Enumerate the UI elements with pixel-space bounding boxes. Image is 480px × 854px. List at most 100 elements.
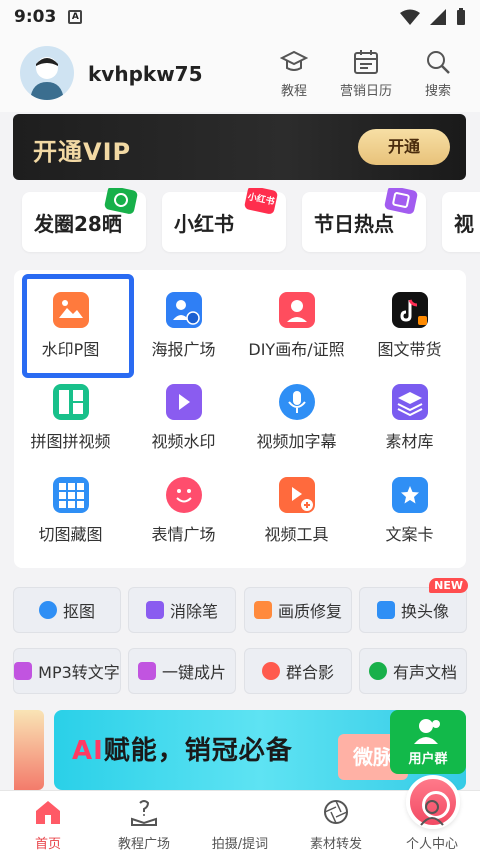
user-group-button[interactable]: 用户群 <box>390 710 466 774</box>
chip-audio-doc[interactable]: 有声文档 <box>359 648 467 694</box>
topic-card-faquan[interactable]: 发圈28晒 <box>22 188 146 252</box>
notification-icon: A <box>68 10 83 24</box>
calendar-icon <box>354 50 378 74</box>
tutorial-button[interactable]: 教程 <box>268 48 320 99</box>
new-badge: NEW <box>429 578 468 593</box>
tool-video-tools[interactable]: 视频工具 <box>240 463 353 553</box>
topic-card-xiaohongshu[interactable]: 小红书 小红书 <box>162 188 286 252</box>
wifi-icon <box>400 9 420 25</box>
battery-icon <box>457 8 465 25</box>
chip-label: 画质修复 <box>277 602 342 621</box>
chip-label: 一键成片 <box>161 663 226 682</box>
tool-grid-cut[interactable]: 切图藏图 <box>14 463 127 553</box>
vip-open-button[interactable]: 开通 <box>358 129 450 165</box>
chip-label: 消除笔 <box>169 602 218 621</box>
chip-cutout[interactable]: 抠图 <box>13 587 121 633</box>
home-icon <box>36 801 60 824</box>
chip-label: MP3转文字 <box>38 663 120 682</box>
tool-label: 视频加字幕 <box>256 432 337 451</box>
topic-card-video[interactable]: 视 <box>442 192 480 252</box>
chip-group-photo[interactable]: 群合影 <box>244 648 352 694</box>
tiktok-icon <box>391 292 428 328</box>
chip-label: 换头像 <box>400 602 449 621</box>
nav-label: 教程广场 <box>117 837 170 852</box>
nav-label: 个人中心 <box>405 837 458 852</box>
status-bar: 9:03 A <box>0 0 480 34</box>
topic-card-holiday[interactable]: 节日热点 <box>302 188 426 252</box>
status-time: 9:03 <box>14 7 57 27</box>
vip-banner[interactable]: 开通VIP 开通 <box>13 114 466 180</box>
graduation-cap-icon <box>280 50 308 71</box>
promo-banner[interactable]: AI赋能，销冠必备 微脉 用户群 <box>14 710 466 790</box>
username[interactable]: kvhpkw75 <box>88 62 203 86</box>
promo-headline: AI赋能，销冠必备 <box>72 736 293 766</box>
play-icon <box>137 662 156 680</box>
cutout-icon <box>38 601 57 619</box>
nav-profile[interactable]: 个人中心 <box>384 797 480 852</box>
xiaohongshu-badge: 小红书 <box>243 188 279 215</box>
bottom-nav: 首页 教程广场 拍摄/提词 素材转发 个人中心 <box>0 775 480 854</box>
nav-home[interactable]: 首页 <box>0 797 96 852</box>
chip-one-click-video[interactable]: 一键成片 <box>128 648 236 694</box>
chip-quality-repair[interactable]: 画质修复 <box>244 587 352 633</box>
tool-label: 文案卡 <box>385 525 434 544</box>
tool-tiktok-goods[interactable]: 图文带货 <box>353 278 466 368</box>
user-group-label: 用户群 <box>408 752 448 767</box>
search-icon <box>427 51 450 74</box>
tool-watermark-photo[interactable]: 水印P图 <box>14 278 127 368</box>
tool-copy-card[interactable]: 文案卡 <box>353 463 466 553</box>
chip-mp3-to-text[interactable]: MP3转文字 <box>13 648 121 694</box>
tool-label: 海报广场 <box>151 340 216 359</box>
nav-material-forward[interactable]: 素材转发 <box>288 797 384 852</box>
user-group-icon <box>414 719 440 744</box>
hd-icon <box>253 601 272 619</box>
group-photo-icon <box>261 662 280 680</box>
tools-grid: 水印P图 海报广场 DIY画布/证照 图文带货 拼图拼视频 视频水印 视频加字幕… <box>14 270 466 568</box>
tool-material-library[interactable]: 素材库 <box>353 370 466 460</box>
tool-emoji[interactable]: 表情广场 <box>127 463 240 553</box>
video-tool-icon <box>278 477 315 513</box>
chip-face-swap[interactable]: 换头像 NEW <box>359 578 468 633</box>
avatar[interactable] <box>20 46 74 100</box>
tool-label: DIY画布/证照 <box>248 340 345 359</box>
collage-icon <box>52 384 89 420</box>
nav-label: 首页 <box>34 837 61 852</box>
microphone-icon <box>278 384 315 420</box>
mic-doc-icon <box>368 662 387 680</box>
chip-label: 群合影 <box>285 663 334 682</box>
tool-poster[interactable]: 海报广场 <box>127 278 240 368</box>
nav-shoot[interactable]: 拍摄/提词 <box>192 775 460 852</box>
nav-tutorial-square[interactable]: 教程广场 <box>96 797 192 852</box>
topic-row: 发圈28晒 小红书 小红书 节日热点 视 <box>0 188 480 256</box>
topic-label: 小红书 <box>174 212 234 236</box>
tool-label: 切图藏图 <box>38 525 103 544</box>
signal-icon <box>430 9 446 25</box>
tool-video-watermark[interactable]: 视频水印 <box>127 370 240 460</box>
profile-header: kvhpkw75 教程 营销日历 搜索 <box>0 34 480 112</box>
nav-label: 拍摄/提词 <box>211 837 269 852</box>
tool-label: 素材库 <box>385 432 434 451</box>
topic-label: 发圈28晒 <box>34 212 122 236</box>
promo-side-image <box>14 710 44 790</box>
vip-title: 开通VIP <box>33 138 132 166</box>
magic-wand-icon <box>145 601 164 619</box>
tool-video-subtitle[interactable]: 视频加字幕 <box>240 370 353 460</box>
tool-label: 视频水印 <box>151 432 216 451</box>
camera-badge-icon <box>103 188 139 215</box>
chip-eraser[interactable]: 消除笔 <box>128 587 236 633</box>
diy-canvas-icon <box>278 292 315 328</box>
emoji-icon <box>165 477 202 513</box>
tool-label: 水印P图 <box>41 340 100 359</box>
nav-label: 素材转发 <box>309 837 362 852</box>
music-note-icon <box>14 662 33 680</box>
chip-label: 抠图 <box>62 602 95 621</box>
tool-diy-canvas[interactable]: DIY画布/证照 <box>240 278 353 368</box>
poster-icon <box>165 292 202 328</box>
search-button[interactable]: 搜索 <box>412 48 464 99</box>
marketing-calendar-button[interactable]: 营销日历 <box>340 48 392 99</box>
video-watermark-icon <box>165 384 202 420</box>
search-label: 搜索 <box>424 84 451 99</box>
tool-label: 图文带货 <box>377 340 442 359</box>
tool-collage[interactable]: 拼图拼视频 <box>14 370 127 460</box>
topic-label: 视 <box>454 212 474 236</box>
